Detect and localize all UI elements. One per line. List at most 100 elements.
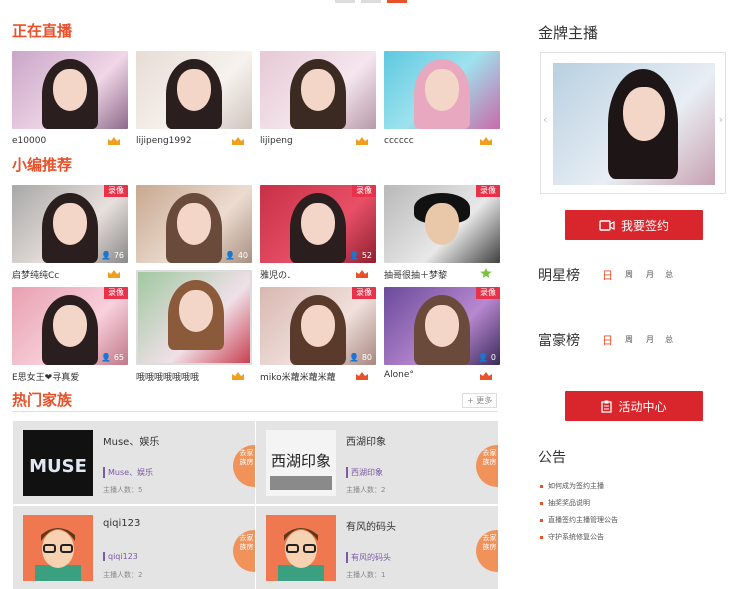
family-count: 主播人数：5 [103, 486, 143, 494]
goto-family-button[interactable]: 去家族房 [233, 530, 255, 572]
rich-tab-total[interactable]: 总 [665, 334, 673, 345]
crown-icon [232, 137, 244, 145]
rec-thumb-1[interactable]: 录像 👤 76 [12, 185, 128, 263]
pager-dot[interactable] [335, 0, 355, 3]
family-count: 主播人数：2 [346, 486, 386, 494]
family-name[interactable]: qiqi123 [103, 518, 140, 529]
rec-name-3[interactable]: 雅児の． [260, 268, 296, 281]
live-thumb-4[interactable] [384, 51, 500, 129]
crown-icon [108, 137, 120, 145]
family-avatar [23, 515, 93, 581]
gold-anchor-photo[interactable] [553, 63, 715, 185]
family-name[interactable]: 有风的码头 [346, 518, 396, 533]
family-card-4[interactable]: 有风的码头 有风的码头 主播人数：1 去家族房 [256, 506, 498, 589]
rich-tab-month[interactable]: 月 [646, 334, 654, 345]
live-thumb-2[interactable] [136, 51, 252, 129]
family-avatar [266, 515, 336, 581]
viewer-count: 👤 40 [225, 251, 248, 260]
live-thumb-3[interactable] [260, 51, 376, 129]
rec-thumb-7[interactable]: 录像 👤 80 [260, 287, 376, 365]
banner-pager[interactable] [335, 0, 407, 3]
star-tab-week[interactable]: 周 [625, 269, 633, 280]
crown-icon [356, 270, 368, 278]
live-thumb-1[interactable] [12, 51, 128, 129]
divider [12, 411, 498, 412]
star-tab-day[interactable]: 日 [602, 267, 613, 283]
viewer-count: 👤 80 [349, 353, 372, 362]
family-count: 主播人数：1 [346, 571, 386, 579]
crown-icon [356, 372, 368, 380]
rec-thumb-5[interactable]: 录像 👤 65 [12, 287, 128, 365]
rec-thumb-4[interactable]: 录像 [384, 185, 500, 263]
family-logo: 西湖印象 [266, 430, 336, 496]
sign-contract-label: 我要签约 [620, 218, 669, 233]
rec-thumb-3[interactable]: 录像 👤 52 [260, 185, 376, 263]
notice-item[interactable]: 守护系统修复公告 [540, 532, 604, 542]
family-card-3[interactable]: qiqi123 qiqi123 主播人数：2 去家族房 [13, 506, 255, 589]
viewer-count: 👤 76 [101, 251, 124, 260]
activity-center-button[interactable]: 活动中心 [565, 391, 703, 421]
family-name[interactable]: 西湖印象 [346, 433, 386, 448]
star-tab-month[interactable]: 月 [646, 269, 654, 280]
more-label: 更多 [476, 396, 493, 405]
family-count: 主播人数：2 [103, 571, 143, 579]
rec-thumb-2[interactable]: 👤 40 [136, 185, 252, 263]
rec-thumb-6[interactable] [136, 270, 252, 365]
notice-title: 公告 [538, 450, 566, 466]
clipboard-icon [601, 400, 613, 413]
live-name-4[interactable]: cccccc [384, 136, 414, 146]
carousel-next-icon[interactable]: › [719, 113, 723, 126]
star-rank-title: 明星榜 [538, 268, 580, 284]
rec-name-7[interactable]: miko米蘿米蘿米蘿 [260, 370, 336, 383]
goto-family-button[interactable]: 去家族房 [476, 445, 498, 487]
carousel-prev-icon[interactable]: ‹ [543, 113, 547, 126]
rec-name-8[interactable]: Alone° [384, 370, 414, 380]
crown-icon [356, 137, 368, 145]
live-name-3[interactable]: lijipeng [260, 136, 293, 146]
crown-icon [480, 372, 492, 380]
crown-icon [232, 372, 244, 380]
goto-family-button[interactable]: 去家族房 [476, 530, 498, 572]
activity-center-label: 活动中心 [618, 399, 667, 414]
family-tag: 西湖印象 [346, 467, 383, 478]
pager-dot[interactable] [361, 0, 381, 3]
notice-item[interactable]: 直播签约主播管理公告 [540, 515, 618, 525]
sign-contract-button[interactable]: 我要签约 [565, 210, 703, 240]
family-card-2[interactable]: 西湖印象 西湖印象 西湖印象 主播人数：2 去家族房 [256, 421, 498, 504]
goto-family-button[interactable]: 去家族房 [233, 445, 255, 487]
svg-text:西湖印象: 西湖印象 [271, 452, 331, 470]
rich-rank-title: 富豪榜 [538, 333, 580, 349]
rich-tab-week[interactable]: 周 [625, 334, 633, 345]
star-icon [480, 268, 492, 278]
pager-dot-active[interactable] [387, 0, 407, 3]
family-tag: Muse、娱乐 [103, 467, 153, 478]
more-link[interactable]: + 更多 [462, 393, 498, 408]
rec-name-6[interactable]: 哦哦哦哦哦哦哦 [136, 370, 199, 383]
family-name[interactable]: Muse、娱乐 [103, 433, 159, 448]
rec-name-5[interactable]: E思女王❤寻真爱 [12, 370, 79, 383]
crown-icon [108, 270, 120, 278]
notice-item[interactable]: 如何成为签约主播 [540, 481, 604, 491]
rich-tab-day[interactable]: 日 [602, 332, 613, 348]
live-name-1[interactable]: e10000 [12, 136, 46, 146]
family-logo: MUSE [23, 430, 93, 496]
rec-thumb-8[interactable]: 录像 👤 0 [384, 287, 500, 365]
rec-name-1[interactable]: 启梦纯纯Cc [12, 268, 59, 281]
video-camera-icon [599, 219, 615, 231]
editor-section-title: 小编推荐 [12, 156, 73, 174]
svg-text:MUSE: MUSE [29, 456, 87, 477]
notice-item[interactable]: 抽奖奖品说明 [540, 498, 590, 508]
viewer-count: 👤 0 [478, 353, 496, 362]
viewer-count: 👤 65 [101, 353, 124, 362]
live-name-2[interactable]: lijipeng1992 [136, 136, 192, 146]
family-card-1[interactable]: MUSE Muse、娱乐 Muse、娱乐 主播人数：5 去家族房 [13, 421, 255, 504]
record-badge: 录像 [476, 287, 500, 299]
gold-anchor-carousel[interactable]: ‹ › [540, 52, 726, 194]
star-tab-total[interactable]: 总 [665, 269, 673, 280]
record-badge: 录像 [104, 287, 128, 299]
rec-name-4[interactable]: 抽哥很抽＋梦黎 [384, 268, 447, 281]
record-badge: 录像 [104, 185, 128, 197]
family-tag: qiqi123 [103, 552, 138, 561]
viewer-count: 👤 52 [349, 251, 372, 260]
record-badge: 录像 [352, 185, 376, 197]
